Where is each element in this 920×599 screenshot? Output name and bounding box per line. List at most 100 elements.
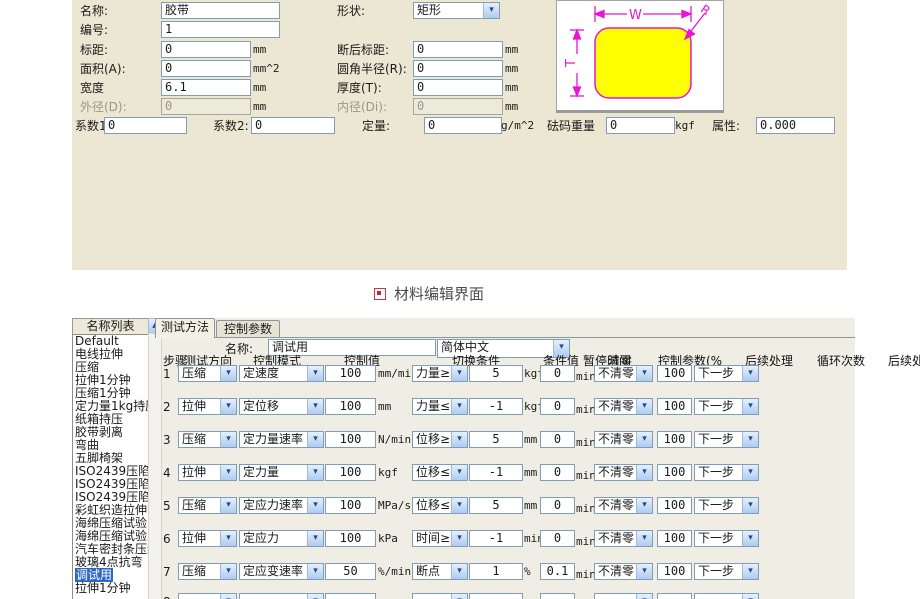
control-mode-select[interactable]: 定位移▾ [239,398,324,415]
chevron-down-icon[interactable]: ▾ [220,465,236,480]
coeff-input[interactable]: 0 [606,117,675,134]
field-input[interactable]: 胶带 [161,2,280,19]
field-input[interactable]: 1 [161,21,280,38]
pause-time-input[interactable]: 0 [540,530,575,547]
control-value-input[interactable]: 100 [325,431,376,448]
chevron-down-icon[interactable]: ▾ [742,465,758,480]
list-scrollbar[interactable] [148,333,162,599]
pause-time-input[interactable]: 0 [540,398,575,415]
next-action-select[interactable]: 下一步▾ [694,530,759,547]
control-param-input[interactable]: 100 [657,365,692,382]
chevron-down-icon[interactable]: ▾ [742,432,758,447]
condition-value-input[interactable]: 1 [469,563,523,580]
control-mode-select[interactable]: 定应力▾ [239,530,324,547]
chevron-down-icon[interactable]: ▾ [307,531,323,546]
zero-clear-select[interactable]: 不清零▾ [594,398,653,415]
chevron-down-icon[interactable]: ▾ [220,432,236,447]
control-mode-select[interactable]: 定应变速率▾ [239,563,324,580]
field-input[interactable]: 0 [161,98,251,115]
chevron-down-icon[interactable]: ▾ [220,564,236,579]
field-input[interactable]: 0 [161,60,251,77]
condition-value-input[interactable]: -1 [469,530,523,547]
chevron-down-icon[interactable]: ▾ [307,594,323,599]
chevron-down-icon[interactable]: ▾ [636,531,652,546]
condition-value-input[interactable]: 5 [469,497,523,514]
zero-clear-select[interactable]: 不清零▾ [594,365,653,382]
control-value-input[interactable]: 100 [325,497,376,514]
condition-value-input[interactable]: 5 [469,365,523,382]
chevron-down-icon[interactable]: ▾ [742,366,758,381]
control-value-input[interactable]: 50 [325,563,376,580]
chevron-down-icon[interactable]: ▾ [451,531,467,546]
direction-select[interactable]: 压缩▾ [178,497,237,514]
control-param-input[interactable]: 100 [657,563,692,580]
pause-time-input[interactable]: 0 [540,464,575,481]
method-list[interactable]: Default电线拉伸压缩拉伸1分钟压缩1分钟定力量1kg持压纸箱持压胶带剥离弯… [72,334,149,599]
chevron-down-icon[interactable]: ▾ [451,498,467,513]
field-input[interactable]: 0 [413,41,503,58]
coeff-input[interactable]: 0.000 [756,117,835,134]
next-action-select[interactable]: ▾ [694,593,759,599]
control-mode-select[interactable]: ▾ [239,593,324,599]
control-param-input[interactable]: 100 [657,431,692,448]
chevron-down-icon[interactable]: ▾ [451,366,467,381]
zero-clear-select[interactable]: 不清零▾ [594,563,653,580]
control-param-input[interactable]: 100 [657,398,692,415]
coeff-input[interactable]: 0 [424,117,502,134]
field-input[interactable]: 0 [413,79,503,96]
list-item[interactable]: 拉伸1分钟 [73,582,148,595]
chevron-down-icon[interactable]: ▾ [742,399,758,414]
zero-clear-select[interactable]: 不清零▾ [594,497,653,514]
condition-value-input[interactable] [469,593,523,599]
chevron-down-icon[interactable]: ▾ [307,498,323,513]
control-value-input[interactable]: 100 [325,398,376,415]
direction-select[interactable]: ▾ [178,593,237,599]
direction-select[interactable]: 压缩▾ [178,431,237,448]
chevron-down-icon[interactable]: ▾ [307,432,323,447]
direction-select[interactable]: 拉伸▾ [178,464,237,481]
chevron-down-icon[interactable]: ▾ [451,594,467,599]
control-value-input[interactable]: 100 [325,464,376,481]
zero-clear-select[interactable]: 不清零▾ [594,464,653,481]
control-value-input[interactable]: 100 [325,530,376,547]
switch-condition-select[interactable]: ▾ [412,593,468,599]
next-action-select[interactable]: 下一步▾ [694,365,759,382]
chevron-down-icon[interactable]: ▾ [483,3,499,18]
chevron-down-icon[interactable]: ▾ [636,399,652,414]
tab-test-method[interactable]: 测试方法 [155,318,215,338]
pause-time-input[interactable]: 0 [540,431,575,448]
chevron-down-icon[interactable]: ▾ [451,399,467,414]
chevron-down-icon[interactable]: ▾ [307,399,323,414]
next-action-select[interactable]: 下一步▾ [694,431,759,448]
direction-select[interactable]: 拉伸▾ [178,530,237,547]
control-param-input[interactable]: 100 [657,464,692,481]
tab-control-params[interactable]: 控制参数 [216,320,280,338]
chevron-down-icon[interactable]: ▾ [742,498,758,513]
switch-condition-select[interactable]: 位移≥▾ [412,431,468,448]
switch-condition-select[interactable]: 位移≤▾ [412,464,468,481]
coeff-input[interactable]: 0 [104,117,187,134]
direction-select[interactable]: 压缩▾ [178,365,237,382]
control-param-input[interactable]: 100 [657,497,692,514]
chevron-down-icon[interactable]: ▾ [220,366,236,381]
control-param-input[interactable] [657,593,692,599]
control-value-input[interactable] [325,593,376,599]
coeff-input[interactable]: 0 [251,117,335,134]
zero-clear-select[interactable]: 不清零▾ [594,431,653,448]
chevron-down-icon[interactable]: ▾ [636,564,652,579]
chevron-down-icon[interactable]: ▾ [451,465,467,480]
control-param-input[interactable]: 100 [657,530,692,547]
control-mode-select[interactable]: 定应力速率▾ [239,497,324,514]
chevron-down-icon[interactable]: ▾ [451,432,467,447]
direction-select[interactable]: 拉伸▾ [178,398,237,415]
field-input[interactable]: 0 [161,41,251,58]
next-action-select[interactable]: 下一步▾ [694,398,759,415]
chevron-down-icon[interactable]: ▾ [307,366,323,381]
chevron-down-icon[interactable]: ▾ [220,498,236,513]
next-action-select[interactable]: 下一步▾ [694,497,759,514]
chevron-down-icon[interactable]: ▾ [307,564,323,579]
chevron-down-icon[interactable]: ▾ [220,399,236,414]
chevron-down-icon[interactable]: ▾ [742,564,758,579]
chevron-down-icon[interactable]: ▾ [636,366,652,381]
chevron-down-icon[interactable]: ▾ [742,594,758,599]
